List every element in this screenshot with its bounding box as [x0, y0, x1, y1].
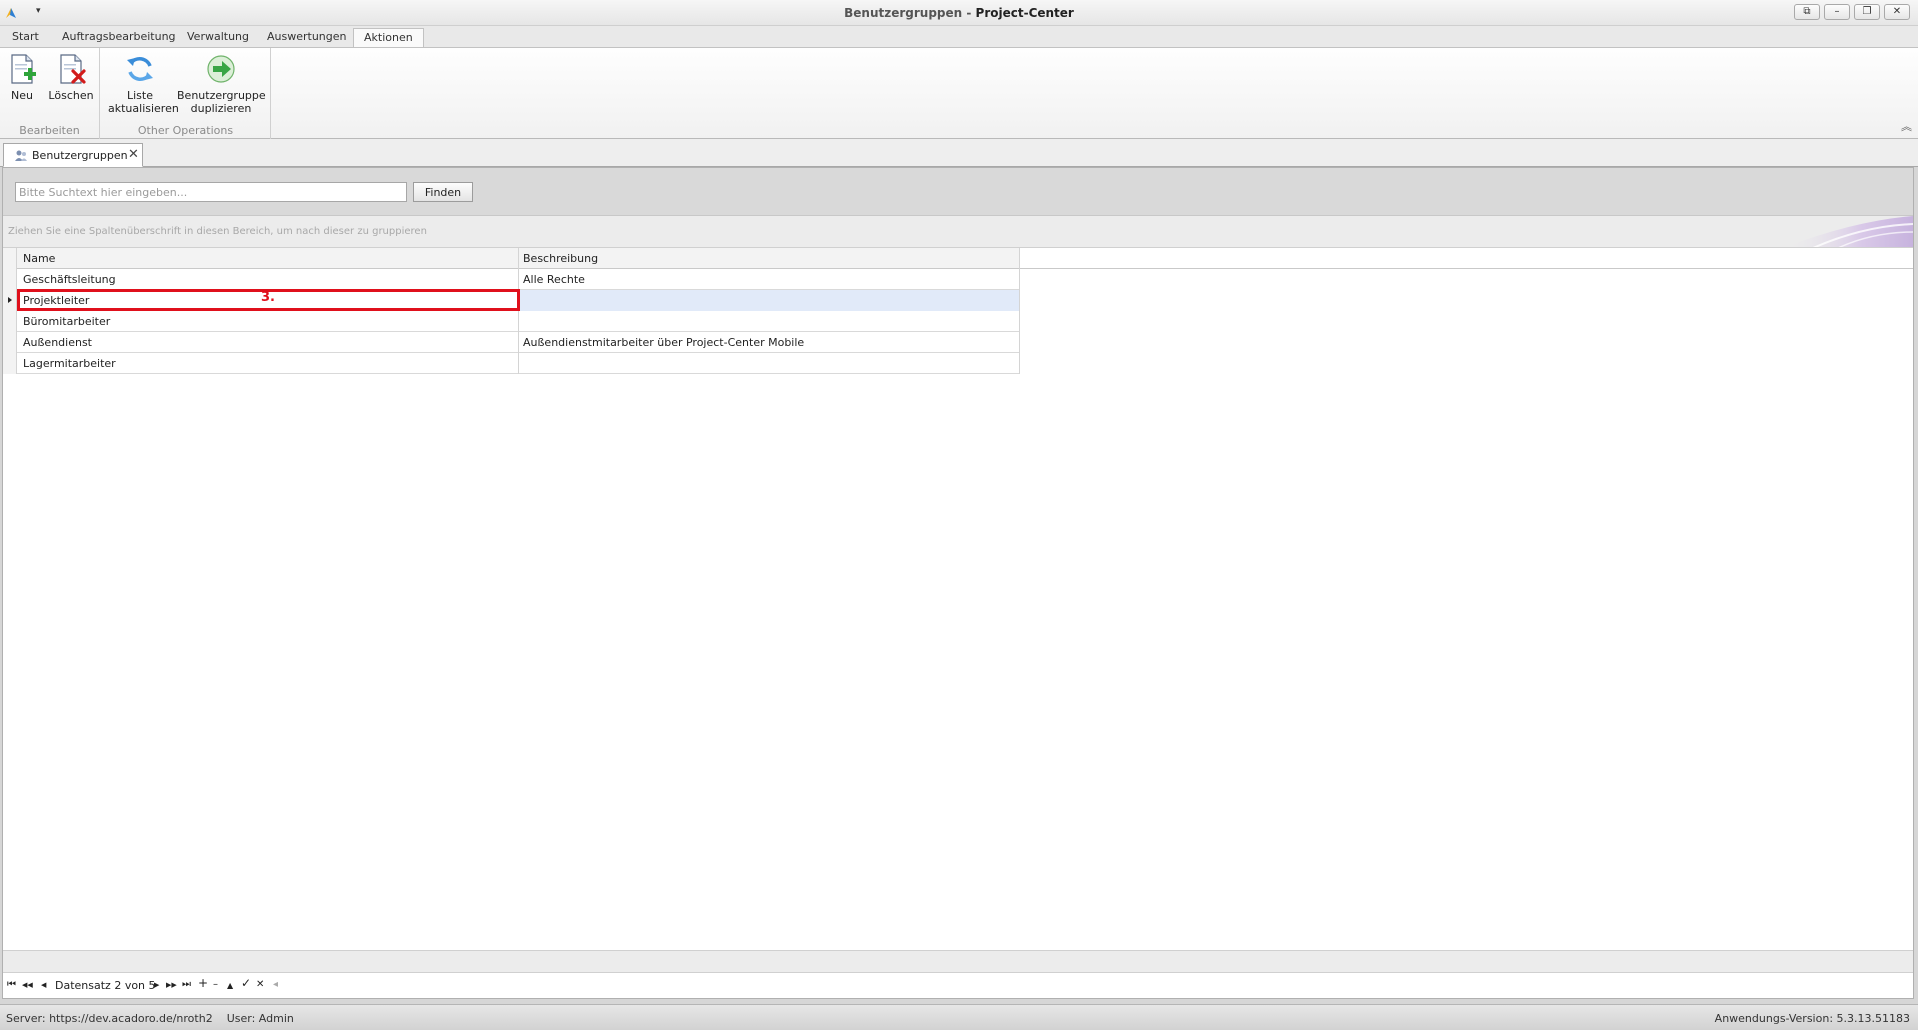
cell-beschreibung[interactable] [519, 353, 1020, 374]
main-panel: Finden Ziehen Sie eine Spaltenüberschrif… [2, 167, 1914, 999]
user-group-icon [15, 150, 27, 161]
annotation-step-number: 3. [261, 290, 275, 305]
minimize-button[interactable]: – [1824, 4, 1850, 20]
cell-name[interactable]: Außendienst [17, 332, 519, 353]
server-status: Server: https://dev.acadoro.de/nroth2 [6, 1012, 213, 1025]
data-navigator: ⏮ ◀◀ ◀ Datensatz 2 von 5 ▶ ▶▶ ⏭ + – ▲ ✓ … [3, 972, 1913, 998]
duplicate-group-button[interactable]: Benutzergruppe duplizieren [177, 52, 266, 115]
delete-button[interactable]: Löschen [48, 52, 94, 102]
refresh-list-label-line2: aktualisieren [108, 102, 179, 115]
tab-aktionen[interactable]: Aktionen [353, 28, 424, 48]
ribbon-group-label-bearbeiten: Bearbeiten [19, 124, 80, 137]
window-controls: ⧉ – ❐ ✕ [1794, 4, 1910, 20]
doc-tab-benutzergruppen[interactable]: Benutzergruppen ✕ [3, 143, 143, 167]
tab-auftragsbearbeitung[interactable]: Auftragsbearbeitung [52, 28, 186, 48]
group-panel-hint: Ziehen Sie eine Spaltenüberschrift in di… [8, 226, 427, 237]
cell-beschreibung[interactable] [519, 290, 1020, 311]
ribbon-group-label-other-operations: Other Operations [137, 124, 234, 137]
nav-first-icon[interactable]: ⏮ [7, 979, 16, 990]
row-indicator[interactable] [3, 353, 17, 374]
nav-next-page-icon[interactable]: ▶▶ [166, 981, 177, 989]
nav-cancel-icon[interactable]: ✕ [256, 979, 264, 990]
refresh-list-button[interactable]: Liste aktualisieren [108, 52, 179, 115]
delete-button-label: Löschen [48, 89, 94, 102]
search-bar: Finden [3, 168, 1913, 216]
table-row[interactable]: Lagermitarbeiter [3, 353, 1020, 374]
ribbon: Neu Löschen Bearbeiten Liste aktualisier… [0, 47, 1918, 139]
search-input[interactable] [15, 182, 407, 202]
tab-start[interactable]: Start [2, 28, 49, 48]
cell-beschreibung[interactable]: Alle Rechte [519, 269, 1020, 290]
row-indicator[interactable] [3, 269, 17, 290]
table-row[interactable]: Geschäftsleitung Alle Rechte [3, 269, 1020, 290]
duplicate-group-label-line1: Benutzergruppe [177, 89, 266, 102]
grid-header-row: Name Beschreibung [3, 248, 1020, 269]
duplicate-icon [207, 55, 235, 83]
cell-name[interactable]: Geschäftsleitung [17, 269, 519, 290]
restore-button[interactable]: ❐ [1854, 4, 1880, 20]
find-button[interactable]: Finden [413, 182, 473, 202]
row-indicator[interactable] [3, 311, 17, 332]
table-row[interactable]: Außendienst Außendienstmitarbeiter über … [3, 332, 1020, 353]
window-title-app: Project-Center [975, 6, 1074, 20]
tab-auswertungen[interactable]: Auswertungen [257, 28, 357, 48]
title-bar: ▾ Benutzergruppen - Project-Center ⧉ – ❐… [0, 0, 1918, 26]
row-indicator-header [3, 248, 17, 269]
new-document-icon [11, 54, 36, 84]
ribbon-tabs: Start Auftragsbearbeitung Verwaltung Aus… [0, 26, 1918, 48]
data-grid: Name Beschreibung Geschäftsleitung Alle … [3, 248, 1020, 374]
row-indicator[interactable] [3, 290, 17, 311]
nav-next-icon[interactable]: ▶ [154, 981, 159, 989]
tab-verwaltung[interactable]: Verwaltung [177, 28, 259, 48]
window-title-prefix: Benutzergruppen - [844, 6, 972, 20]
nav-prev-icon[interactable]: ◀ [41, 981, 46, 989]
delete-document-icon [60, 54, 86, 84]
window-title: Benutzergruppen - Project-Center [0, 6, 1918, 20]
monitor-button[interactable]: ⧉ [1794, 4, 1820, 20]
grid-footer [3, 950, 1913, 972]
ribbon-group-other-operations: Liste aktualisieren Benutzergruppe dupli… [101, 48, 271, 139]
refresh-icon [127, 57, 153, 81]
doc-tab-label: Benutzergruppen [32, 149, 128, 162]
nav-prev-page-icon[interactable]: ◀◀ [22, 981, 33, 989]
new-button-label: Neu [11, 89, 33, 102]
decorative-swoosh [1785, 216, 1913, 247]
group-panel[interactable]: Ziehen Sie eine Spaltenüberschrift in di… [3, 216, 1913, 248]
cell-name[interactable]: Lagermitarbeiter [17, 353, 519, 374]
refresh-list-label-line1: Liste [127, 89, 153, 102]
cell-name[interactable]: Büromitarbeiter [17, 311, 519, 332]
table-row[interactable]: Büromitarbeiter [3, 311, 1020, 332]
new-button[interactable]: Neu [4, 52, 40, 102]
version-status: Anwendungs-Version: 5.3.13.51183 [1714, 1012, 1910, 1025]
nav-remove-icon[interactable]: – [213, 979, 218, 990]
column-header-name[interactable]: Name [17, 248, 519, 269]
document-tab-strip: Benutzergruppen ✕ [0, 139, 1918, 167]
column-header-beschreibung[interactable]: Beschreibung [519, 248, 1020, 269]
close-tab-icon[interactable]: ✕ [128, 147, 139, 162]
ribbon-collapse-icon[interactable]: ︽ [1901, 118, 1912, 134]
duplicate-group-label-line2: duplizieren [190, 102, 252, 115]
nav-append-icon[interactable]: + [198, 976, 208, 990]
nav-last-icon[interactable]: ⏭ [182, 979, 191, 990]
cell-beschreibung[interactable] [519, 311, 1020, 332]
record-position-text: Datensatz 2 von 5 [55, 979, 156, 992]
focused-row-arrow-icon [8, 297, 12, 303]
cell-beschreibung[interactable]: Außendienstmitarbeiter über Project-Cent… [519, 332, 1020, 353]
status-bar: Server: https://dev.acadoro.de/nroth2 Us… [0, 1004, 1918, 1030]
nav-filter-icon[interactable]: ◂ [273, 979, 278, 990]
grid-header-empty [1020, 248, 1913, 269]
ribbon-group-bearbeiten: Neu Löschen Bearbeiten [0, 48, 100, 139]
nav-apply-icon[interactable]: ✓ [241, 976, 251, 990]
status-left: Server: https://dev.acadoro.de/nroth2 Us… [6, 1012, 294, 1025]
close-button[interactable]: ✕ [1884, 4, 1910, 20]
row-indicator[interactable] [3, 332, 17, 353]
nav-up-icon[interactable]: ▲ [227, 981, 233, 990]
table-row-focused[interactable]: Projektleiter [3, 290, 1020, 311]
user-status: User: Admin [226, 1012, 294, 1025]
